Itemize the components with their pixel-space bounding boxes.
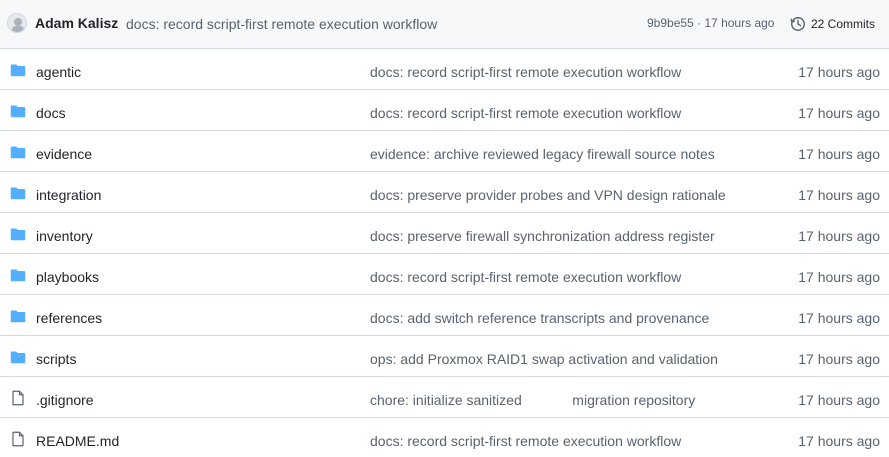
last-commit-age: 17 hours ago: [798, 392, 880, 408]
file-list: agentic docs: record script-first remote…: [0, 49, 889, 457]
avatar-icon: [8, 14, 26, 32]
commits-history-link[interactable]: 22 Commits: [790, 14, 875, 34]
file-name-link[interactable]: .gitignore: [36, 392, 94, 408]
latest-commit-bar: Adam Kalisz docs: record script-first re…: [0, 0, 889, 49]
file-name-link[interactable]: agentic: [36, 64, 81, 80]
avatar[interactable]: [7, 13, 27, 33]
commit-hash-and-time[interactable]: 9b9be55 · 17 hours ago: [647, 16, 774, 30]
folder-icon: [10, 308, 26, 324]
file-row[interactable]: agentic docs: record script-first remote…: [0, 49, 889, 90]
file-row[interactable]: integration docs: preserve provider prob…: [0, 172, 889, 213]
last-commit-message-link[interactable]: ops: add Proxmox RAID1 swap activation a…: [370, 351, 718, 367]
folder-icon: [10, 226, 26, 242]
last-commit-age: 17 hours ago: [798, 64, 880, 80]
commit-author[interactable]: Adam Kalisz: [35, 15, 118, 31]
last-commit-age: 17 hours ago: [798, 228, 880, 244]
last-commit-message-link[interactable]: docs: add switch reference transcripts a…: [370, 310, 709, 326]
last-commit-age: 17 hours ago: [798, 187, 880, 203]
commit-message[interactable]: docs: record script-first remote executi…: [126, 16, 437, 32]
last-commit-message-link[interactable]: docs: record script-first remote executi…: [370, 269, 681, 285]
last-commit-age: 17 hours ago: [798, 146, 880, 162]
commits-count-label: 22 Commits: [811, 17, 876, 31]
last-commit-message-link[interactable]: docs: record script-first remote executi…: [370, 105, 681, 121]
file-icon: [10, 431, 26, 447]
last-commit-age: 17 hours ago: [798, 269, 880, 285]
file-icon: [10, 390, 26, 406]
file-name-link[interactable]: references: [36, 310, 102, 326]
file-name-link[interactable]: scripts: [36, 351, 76, 367]
file-row[interactable]: scripts ops: add Proxmox RAID1 swap acti…: [0, 336, 889, 377]
file-name-link[interactable]: integration: [36, 187, 101, 203]
file-row[interactable]: .gitignore chore: initialize sanitized m…: [0, 377, 889, 418]
file-row[interactable]: inventory docs: preserve firewall synchr…: [0, 213, 889, 254]
folder-icon: [10, 62, 26, 78]
last-commit-message-link[interactable]: docs: record script-first remote executi…: [370, 64, 681, 80]
file-row[interactable]: references docs: add switch reference tr…: [0, 295, 889, 336]
last-commit-age: 17 hours ago: [798, 433, 880, 449]
last-commit-message-link[interactable]: chore: initialize sanitized migration re…: [370, 392, 695, 408]
folder-icon: [10, 103, 26, 119]
file-name-link[interactable]: playbooks: [36, 269, 99, 285]
file-name-link[interactable]: evidence: [36, 146, 92, 162]
file-row[interactable]: playbooks docs: record script-first remo…: [0, 254, 889, 295]
history-icon: [790, 17, 805, 31]
last-commit-message-link[interactable]: docs: preserve firewall synchronization …: [370, 228, 715, 244]
file-name-link[interactable]: docs: [36, 105, 66, 121]
last-commit-message-link[interactable]: docs: record script-first remote executi…: [370, 433, 681, 449]
folder-icon: [10, 185, 26, 201]
file-name-link[interactable]: inventory: [36, 228, 93, 244]
file-name-link[interactable]: README.md: [36, 433, 119, 449]
file-row[interactable]: README.md docs: record script-first remo…: [0, 418, 889, 457]
folder-icon: [10, 349, 26, 365]
last-commit-age: 17 hours ago: [798, 351, 880, 367]
last-commit-age: 17 hours ago: [798, 105, 880, 121]
last-commit-age: 17 hours ago: [798, 310, 880, 326]
folder-icon: [10, 144, 26, 160]
last-commit-message-link[interactable]: docs: preserve provider probes and VPN d…: [370, 187, 726, 203]
file-row[interactable]: docs docs: record script-first remote ex…: [0, 90, 889, 131]
file-row[interactable]: evidence evidence: archive reviewed lega…: [0, 131, 889, 172]
last-commit-message-link[interactable]: evidence: archive reviewed legacy firewa…: [370, 146, 715, 162]
folder-icon: [10, 267, 26, 283]
